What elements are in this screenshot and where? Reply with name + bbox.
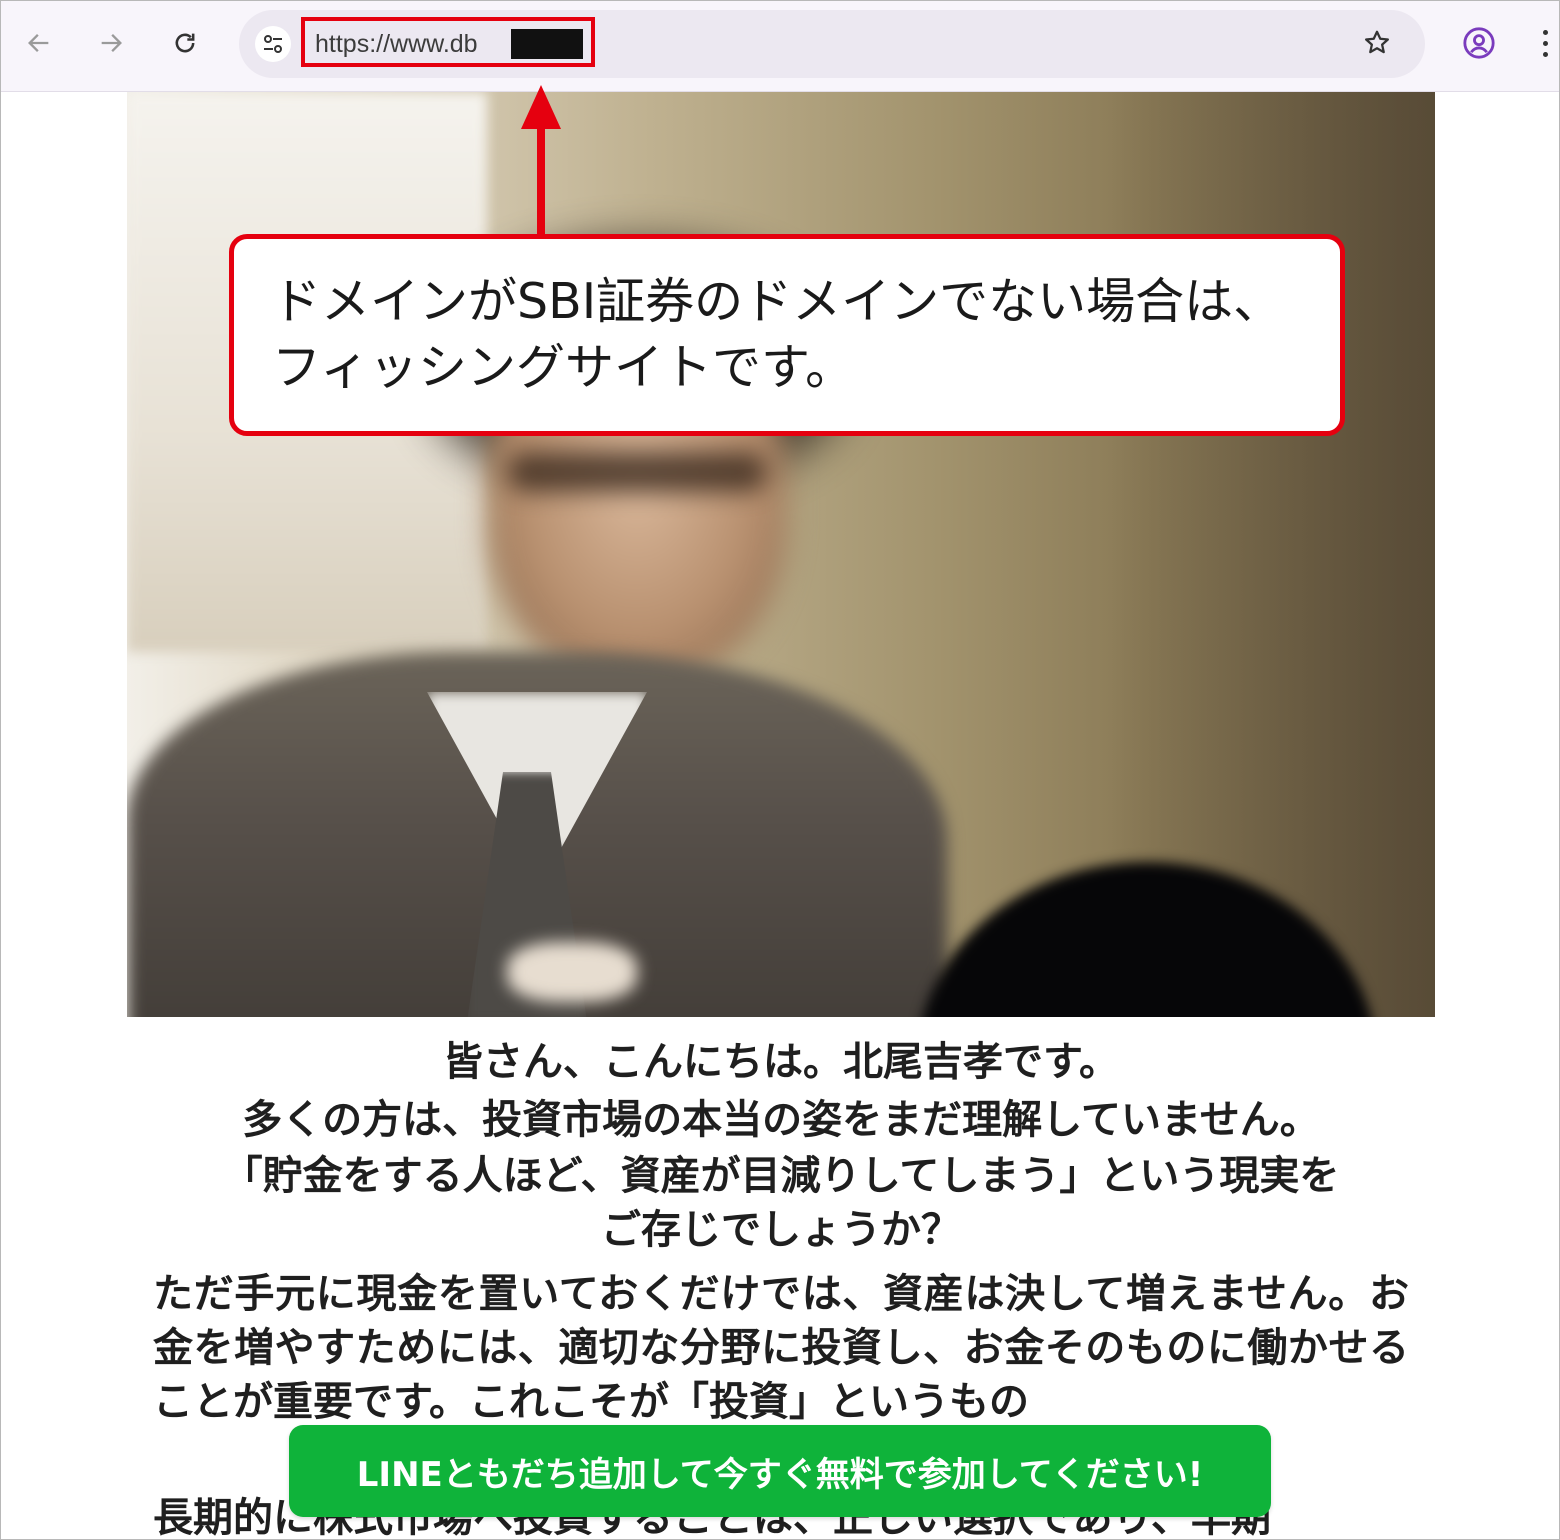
bookmark-button[interactable] <box>1357 23 1397 63</box>
account-circle-icon <box>1463 27 1495 59</box>
annotation-text: ドメインがSBI証券のドメインでない場合は、 フィッシングサイトです。 <box>272 273 1283 396</box>
intro-line: 皆さん、こんにちは。北尾吉孝です。 <box>443 1039 1119 1085</box>
profile-button[interactable] <box>1459 23 1499 63</box>
intro-line: 多くの方は、投資市場の本当の姿をまだ理解していません。 <box>242 1097 1320 1143</box>
article-intro: 皆さん、こんにちは。北尾吉孝です。 多くの方は、投資市場の本当の姿をまだ理解して… <box>141 1033 1421 1257</box>
reload-icon <box>175 33 195 53</box>
tune-icon[interactable] <box>255 26 291 62</box>
intro-line: 「貯金をする人ほど、資産が目減りしてしまう」という現実を <box>222 1153 1340 1199</box>
intro-line: ご存じでしょうか？ <box>601 1207 961 1253</box>
browser-toolbar: https://www.db <box>1 1 1559 92</box>
annotation-callout: ドメインがSBI証券のドメインでない場合は、 フィッシングサイトです。 <box>229 234 1345 436</box>
forward-button[interactable] <box>91 23 131 63</box>
url-highlight-box <box>301 17 595 67</box>
annotation-arrow-line <box>537 121 545 239</box>
article-paragraph: ただ手元に現金を置いておくだけでは、資産は決して増えません。お金を増やすためには… <box>153 1271 1409 1425</box>
arrow-right-icon <box>101 34 122 52</box>
reload-button[interactable] <box>165 23 205 63</box>
line-add-friend-button[interactable]: LINEともだち追加して今すぐ無料で参加してください! <box>289 1425 1271 1517</box>
back-button[interactable] <box>19 23 59 63</box>
hero-photo <box>127 92 1435 1017</box>
star-icon <box>1365 30 1389 54</box>
screenshot-frame: https://www.db ドメインがSBI証券のドメインでない場合は、 フィ… <box>0 0 1560 1540</box>
arrow-left-icon <box>28 34 49 52</box>
kebab-menu-icon[interactable] <box>1531 23 1559 63</box>
